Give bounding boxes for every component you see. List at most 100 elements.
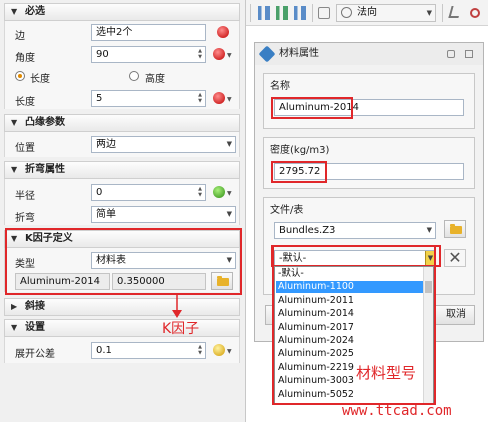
browse-file-button[interactable] [444, 220, 466, 238]
chevron-down-icon: ▼ [425, 251, 435, 266]
dropdown-scrollbar[interactable] [423, 267, 433, 403]
chevron-down-icon: ▼ [226, 210, 232, 218]
toolbar-separator [250, 4, 251, 22]
length-input[interactable]: 5 ▲ ▼ [91, 90, 206, 107]
radio-length-label: 长度 [30, 74, 50, 85]
section-settings-header[interactable]: ▼ 设置 [4, 319, 240, 337]
distribute-icon[interactable] [276, 6, 288, 20]
edge-value: 选中2个 [96, 27, 133, 38]
restore-icon[interactable] [465, 50, 473, 58]
dropdown-arrow-icon[interactable]: ▼ [227, 52, 232, 59]
angle-value: 90 [96, 49, 109, 60]
edge-label: 边 [15, 31, 25, 42]
section-flange-params-header[interactable]: ▼ 凸缘参数 [4, 114, 240, 132]
radio-height-label: 高度 [145, 74, 165, 85]
radio-length[interactable] [15, 71, 25, 81]
folder-icon [217, 276, 229, 286]
material-dropdown-list[interactable]: -默认- Aluminum-1100 Aluminum-2011 Aluminum-2… [274, 266, 434, 404]
dropdown-item[interactable]: Aluminum-2024 [276, 335, 424, 347]
dropdown-item[interactable]: Aluminum-1100 [276, 281, 424, 294]
bend-value: 简单 [96, 209, 116, 220]
select-filter-icon[interactable] [470, 8, 480, 18]
snap-icon[interactable] [318, 7, 330, 19]
pattern-icon[interactable] [294, 6, 306, 20]
density-value: 2795.72 [279, 166, 321, 177]
material-type-annotation: 材料型号 [356, 364, 417, 382]
file-select[interactable]: Bundles.Z3 ▼ [274, 222, 436, 239]
cancel-label: 取消 [446, 309, 466, 320]
direction-combo[interactable]: 法向 ▼ [336, 4, 436, 22]
tolerance-value: 0.1 [96, 345, 112, 356]
density-input[interactable]: 2795.72 [274, 163, 464, 180]
dropdown-item[interactable]: Aluminum-5052 [276, 389, 424, 401]
radio-height[interactable] [129, 71, 139, 81]
edge-field[interactable]: 选中2个 [91, 24, 206, 41]
red-pin-icon[interactable] [217, 26, 229, 38]
bend-select[interactable]: 简单 ▼ [91, 206, 236, 223]
watermark-text: www.ttcad.com [342, 403, 452, 419]
type-label: 类型 [15, 259, 35, 270]
delete-table-button[interactable]: ✕ [444, 249, 466, 267]
section-settings-body: 展开公差 0.1 ▲ ▼ ▼ [4, 337, 240, 363]
dropdown-item[interactable]: Aluminum-2017 [276, 322, 424, 334]
spinner-icon[interactable]: ▲ ▼ [196, 92, 204, 105]
radius-input[interactable]: 0 ▲ ▼ [91, 184, 206, 201]
tolerance-input[interactable]: 0.1 ▲ ▼ [91, 342, 206, 359]
dialog-title-bar: 材料属性 [255, 43, 483, 65]
spinner-icon[interactable]: ▲ ▼ [196, 48, 204, 61]
dropdown-arrow-icon[interactable]: ▼ [227, 190, 232, 197]
material-name-value: Aluminum-2014 [279, 102, 359, 113]
chevron-down-icon: ▼ [11, 323, 18, 332]
dialog-title: 材料属性 [279, 48, 319, 59]
toolbar-separator [312, 4, 313, 22]
bend-label: 折弯 [15, 213, 35, 224]
yellow-pin-icon[interactable] [213, 344, 225, 356]
dropdown-item[interactable]: Aluminum-2014 [276, 308, 424, 320]
section-required-header[interactable]: ▼ 必选 [4, 3, 240, 21]
green-pin-icon[interactable] [213, 186, 225, 198]
material-name-input[interactable]: Aluminum-2014 [274, 99, 464, 116]
toolbar-separator [442, 4, 443, 22]
align-icon[interactable] [258, 6, 270, 20]
section-miter-header[interactable]: ▶ 斜接 [4, 298, 240, 316]
k-material-value: Aluminum-2014 [20, 276, 100, 287]
section-flange-params-title: 凸缘参数 [25, 117, 65, 128]
red-pin-icon[interactable] [213, 92, 225, 104]
k-type-value: 材料表 [96, 255, 126, 266]
position-select[interactable]: 两边 ▼ [91, 136, 236, 153]
section-required-title: 必选 [25, 6, 45, 17]
dropdown-item[interactable]: -默认- [276, 268, 424, 280]
section-miter-title: 斜接 [25, 301, 45, 312]
radius-label: 半径 [15, 191, 35, 202]
close-icon: ✕ [448, 248, 462, 267]
density-group: 密度(kg/m3) 2795.72 [263, 137, 475, 189]
table-select[interactable]: -默认- ▼ [274, 250, 436, 267]
scrollbar-thumb[interactable] [425, 281, 432, 293]
section-settings-title: 设置 [25, 322, 45, 333]
chevron-down-icon: ▼ [11, 118, 18, 127]
k-type-select[interactable]: 材料表 ▼ [91, 252, 236, 269]
chevron-down-icon: ▼ [11, 7, 18, 16]
spinner-icon[interactable]: ▲ ▼ [196, 344, 204, 357]
length-label: 长度 [15, 97, 35, 108]
dropdown-arrow-icon[interactable]: ▼ [227, 96, 232, 103]
annotation-arrow [172, 294, 182, 318]
chevron-down-icon: ▼ [226, 140, 232, 148]
position-value: 两边 [96, 139, 116, 150]
section-bend-props-header[interactable]: ▼ 折弯属性 [4, 161, 240, 179]
spinner-icon[interactable]: ▲ ▼ [196, 186, 204, 199]
dropdown-arrow-icon[interactable]: ▼ [227, 348, 232, 355]
red-pin-icon[interactable] [213, 48, 225, 60]
dropdown-item[interactable]: Aluminum-2025 [276, 348, 424, 360]
cursor-icon[interactable] [448, 6, 462, 18]
length-value: 5 [96, 93, 103, 104]
angle-label: 角度 [15, 53, 35, 64]
angle-input[interactable]: 90 ▲ ▼ [91, 46, 206, 63]
section-flange-params-body: 位置 两边 ▼ [4, 132, 240, 157]
table-value: -默认- [279, 253, 307, 264]
section-required-body: 边 选中2个 角度 90 ▲ ▼ ▼ 长度 高度 长度 5 ▲ ▼ ▼ [4, 21, 240, 109]
help-icon[interactable] [447, 50, 455, 58]
open-folder-button[interactable] [211, 272, 233, 290]
section-k-factor-header[interactable]: ▼ K因子定义 [4, 230, 240, 248]
dropdown-item[interactable]: Aluminum-2011 [276, 295, 424, 307]
